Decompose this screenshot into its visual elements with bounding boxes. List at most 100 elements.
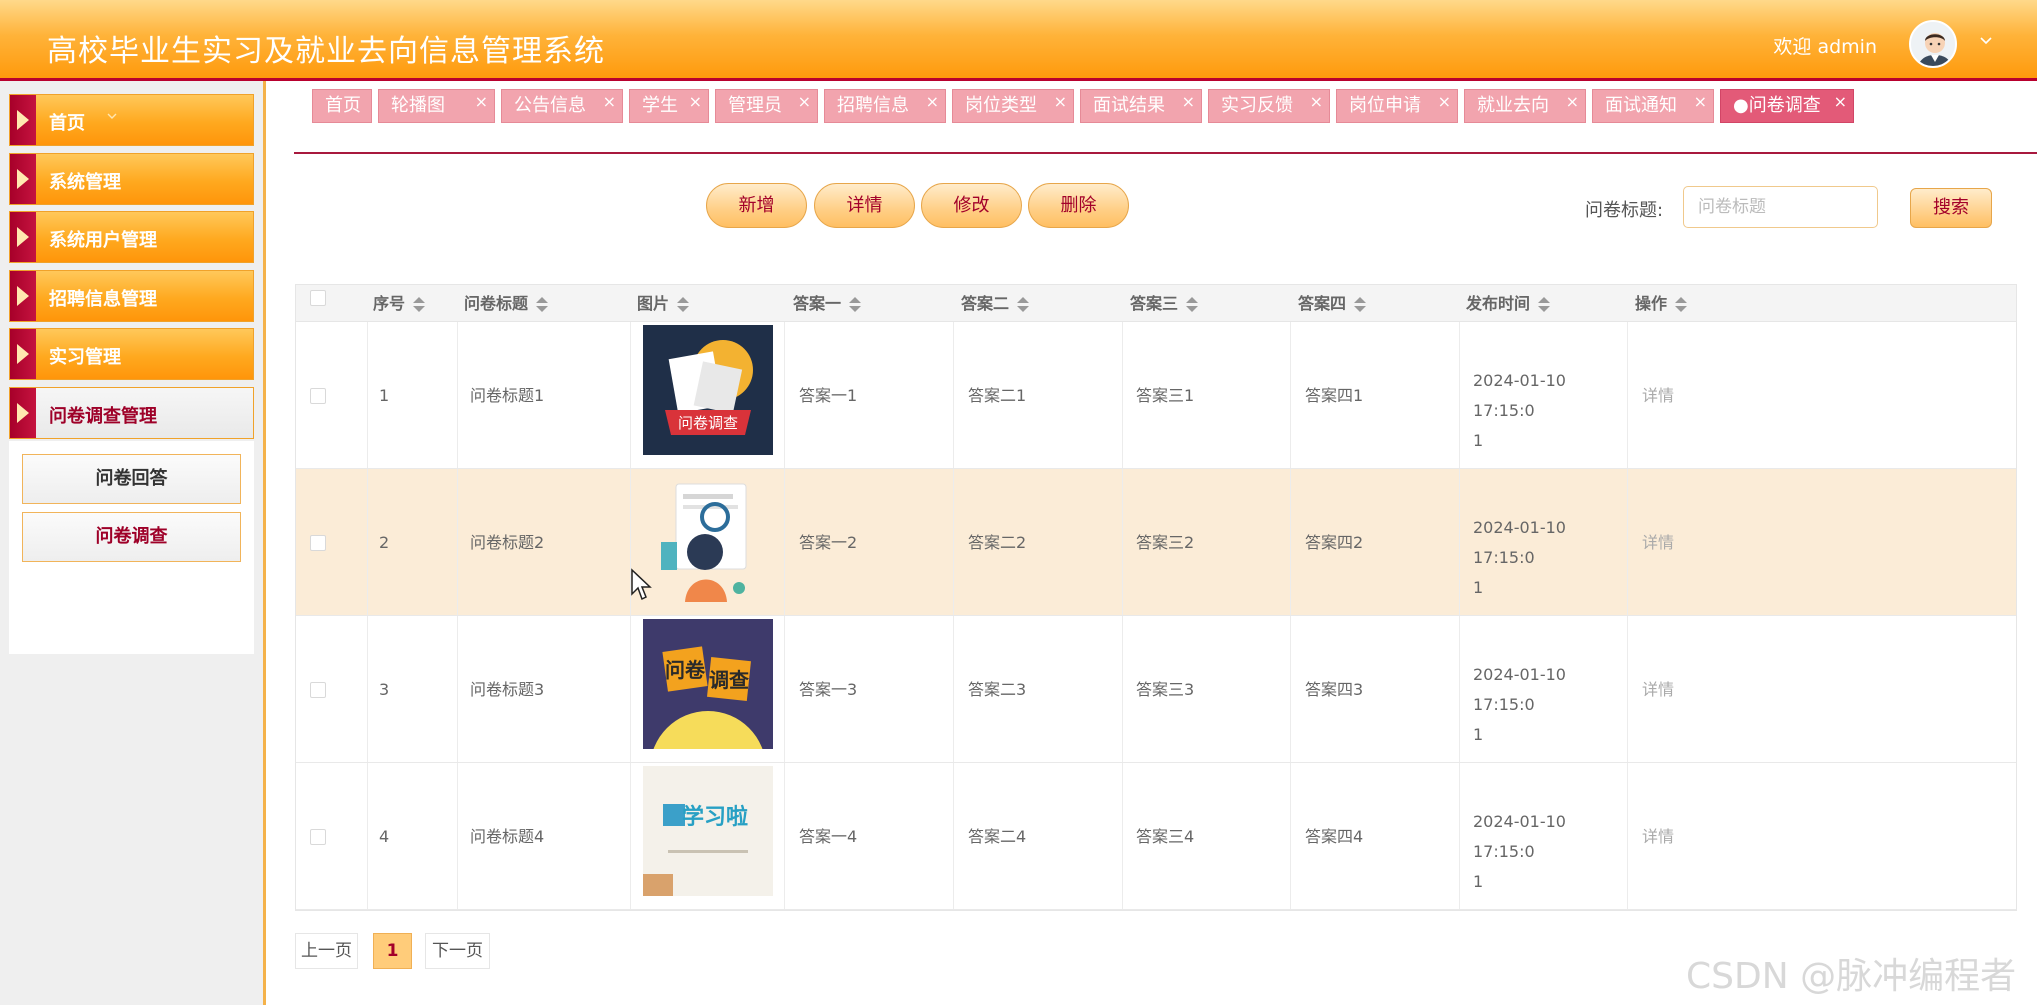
tab-interview-results[interactable]: 面试结果 × bbox=[1080, 89, 1202, 123]
column-header[interactable]: 答案三 bbox=[1130, 285, 1199, 322]
tab-announcements[interactable]: 公告信息 × bbox=[501, 89, 623, 123]
tab-label: 轮播图 bbox=[391, 95, 445, 116]
detail-link[interactable]: 详情 bbox=[1642, 763, 1674, 910]
column-header[interactable]: 问卷标题 bbox=[464, 285, 549, 322]
tab-carousel[interactable]: 轮播图 × bbox=[378, 89, 495, 123]
delete-button[interactable]: 删除 bbox=[1028, 183, 1129, 228]
close-icon[interactable]: × bbox=[798, 86, 811, 118]
tab-job-types[interactable]: 岗位类型 × bbox=[952, 89, 1074, 123]
survey-submenu: 问卷回答 问卷调查 bbox=[9, 441, 254, 654]
sort-icon[interactable] bbox=[1354, 296, 1367, 313]
tab-recruitment[interactable]: 招聘信息 × bbox=[824, 89, 946, 123]
tab-label: 面试通知 bbox=[1605, 95, 1677, 116]
avatar-icon bbox=[1911, 22, 1955, 66]
table-row[interactable]: 2 问卷标题2 答案一2 答案二2 答案三2 答案四2 2024-01-10 1… bbox=[296, 469, 2016, 616]
edit-button[interactable]: 修改 bbox=[921, 183, 1022, 228]
column-header-label: 答案一 bbox=[793, 294, 842, 313]
menu-arrow-icon bbox=[10, 154, 36, 204]
chevron-down-icon[interactable] bbox=[1979, 34, 1992, 46]
sort-icon[interactable] bbox=[413, 296, 426, 313]
sort-icon[interactable] bbox=[1017, 296, 1030, 313]
column-header[interactable]: 答案四 bbox=[1298, 285, 1367, 322]
close-icon[interactable]: × bbox=[689, 86, 702, 118]
tab-admins[interactable]: 管理员 × bbox=[715, 89, 818, 123]
close-icon[interactable]: × bbox=[475, 86, 488, 118]
tab-employment[interactable]: 就业去向 × bbox=[1464, 89, 1586, 123]
cell-publish-time: 2024-01-10 17:15:0 1 bbox=[1473, 807, 1623, 897]
column-header[interactable]: 答案一 bbox=[793, 285, 862, 322]
cell-answer1: 答案一4 bbox=[799, 827, 858, 846]
table-row[interactable]: 1 问卷标题1 问卷调查 答案一1 答案二1 答案三1 答案四1 2024-01… bbox=[296, 322, 2016, 469]
detail-button[interactable]: 详情 bbox=[814, 183, 915, 228]
sidebar-item-home[interactable]: 首页 bbox=[9, 94, 254, 146]
welcome-text: 欢迎 admin bbox=[1773, 36, 1877, 58]
menu-arrow-icon bbox=[10, 388, 36, 438]
sort-icon[interactable] bbox=[536, 296, 549, 313]
tab-home[interactable]: 首页 bbox=[312, 89, 372, 123]
column-header[interactable]: 序号 bbox=[373, 285, 426, 322]
close-icon[interactable]: × bbox=[1694, 86, 1707, 118]
detail-link[interactable]: 详情 bbox=[1642, 469, 1674, 616]
close-icon[interactable]: × bbox=[1054, 86, 1067, 118]
tab-label: 学生 bbox=[642, 95, 678, 116]
column-header[interactable]: 操作 bbox=[1635, 285, 1688, 322]
sidebar-item-survey[interactable]: 问卷调查管理 bbox=[9, 387, 254, 439]
subitem-survey-answers[interactable]: 问卷回答 bbox=[22, 454, 241, 504]
search-input[interactable]: 问卷标题 bbox=[1683, 186, 1878, 228]
tab-label: 面试结果 bbox=[1093, 95, 1165, 116]
select-all-checkbox[interactable] bbox=[310, 290, 326, 306]
sort-icon[interactable] bbox=[677, 296, 690, 313]
column-header[interactable]: 图片 bbox=[637, 285, 690, 322]
row-checkbox[interactable] bbox=[310, 535, 326, 551]
next-page-button[interactable]: 下一页 bbox=[425, 933, 490, 969]
sidebar-item-system[interactable]: 系统管理 bbox=[9, 153, 254, 205]
close-icon[interactable]: × bbox=[1834, 86, 1847, 118]
row-checkbox[interactable] bbox=[310, 388, 326, 404]
table-row[interactable]: 3 问卷标题3 问卷 调查 答案一3 答案二3 答案三3 答案四3 2024-0… bbox=[296, 616, 2016, 763]
tab-label: 就业去向 bbox=[1477, 95, 1549, 116]
prev-page-button[interactable]: 上一页 bbox=[295, 933, 358, 969]
tab-label: 岗位类型 bbox=[965, 95, 1037, 116]
tab-survey[interactable]: ●问卷调查 × bbox=[1720, 89, 1854, 123]
sort-icon[interactable] bbox=[1675, 296, 1688, 313]
cell-answer3: 答案三1 bbox=[1136, 386, 1195, 405]
close-icon[interactable]: × bbox=[1182, 86, 1195, 118]
tab-label: 实习反馈 bbox=[1221, 95, 1293, 116]
tab-interview-notice[interactable]: 面试通知 × bbox=[1592, 89, 1714, 123]
cell-answer3: 答案三2 bbox=[1136, 533, 1195, 552]
sidebar-item-label: 首页 bbox=[49, 113, 85, 134]
tab-internship-feedback[interactable]: 实习反馈 × bbox=[1208, 89, 1330, 123]
sort-icon[interactable] bbox=[1538, 296, 1551, 313]
mouse-cursor-icon bbox=[630, 568, 654, 606]
close-icon[interactable]: × bbox=[1438, 86, 1451, 118]
menu-arrow-icon bbox=[10, 95, 36, 145]
sidebar-item-users[interactable]: 系统用户管理 bbox=[9, 211, 254, 263]
close-icon[interactable]: × bbox=[1310, 86, 1323, 118]
close-icon[interactable]: × bbox=[1566, 86, 1579, 118]
tab-students[interactable]: 学生 × bbox=[629, 89, 709, 123]
menu-arrow-icon bbox=[10, 212, 36, 262]
sort-icon[interactable] bbox=[1186, 296, 1199, 313]
cell-answer1: 答案一2 bbox=[799, 533, 858, 552]
sidebar-item-recruitment[interactable]: 招聘信息管理 bbox=[9, 270, 254, 322]
detail-link[interactable]: 详情 bbox=[1642, 616, 1674, 763]
search-button[interactable]: 搜索 bbox=[1910, 188, 1992, 228]
close-icon[interactable]: × bbox=[603, 86, 616, 118]
tab-job-applications[interactable]: 岗位申请 × bbox=[1336, 89, 1458, 123]
detail-link[interactable]: 详情 bbox=[1642, 322, 1674, 469]
column-header[interactable]: 发布时间 bbox=[1466, 285, 1551, 322]
cell-title: 问卷标题3 bbox=[470, 680, 545, 699]
row-checkbox[interactable] bbox=[310, 829, 326, 845]
sidebar-item-internship[interactable]: 实习管理 bbox=[9, 328, 254, 380]
add-button[interactable]: 新增 bbox=[706, 183, 807, 228]
row-checkbox[interactable] bbox=[310, 682, 326, 698]
tab-label: 首页 bbox=[325, 95, 361, 116]
sort-icon[interactable] bbox=[849, 296, 862, 313]
close-icon[interactable]: × bbox=[926, 86, 939, 118]
table-row[interactable]: 4 问卷标题4 学习啦 答案一4 答案二4 答案三4 答案四4 2024-01-… bbox=[296, 763, 2016, 910]
column-header[interactable]: 答案二 bbox=[961, 285, 1030, 322]
user-avatar[interactable] bbox=[1909, 20, 1957, 68]
subitem-survey[interactable]: 问卷调查 bbox=[22, 512, 241, 562]
time-line: 1 bbox=[1473, 578, 1484, 597]
page-number-current[interactable]: 1 bbox=[373, 933, 412, 969]
